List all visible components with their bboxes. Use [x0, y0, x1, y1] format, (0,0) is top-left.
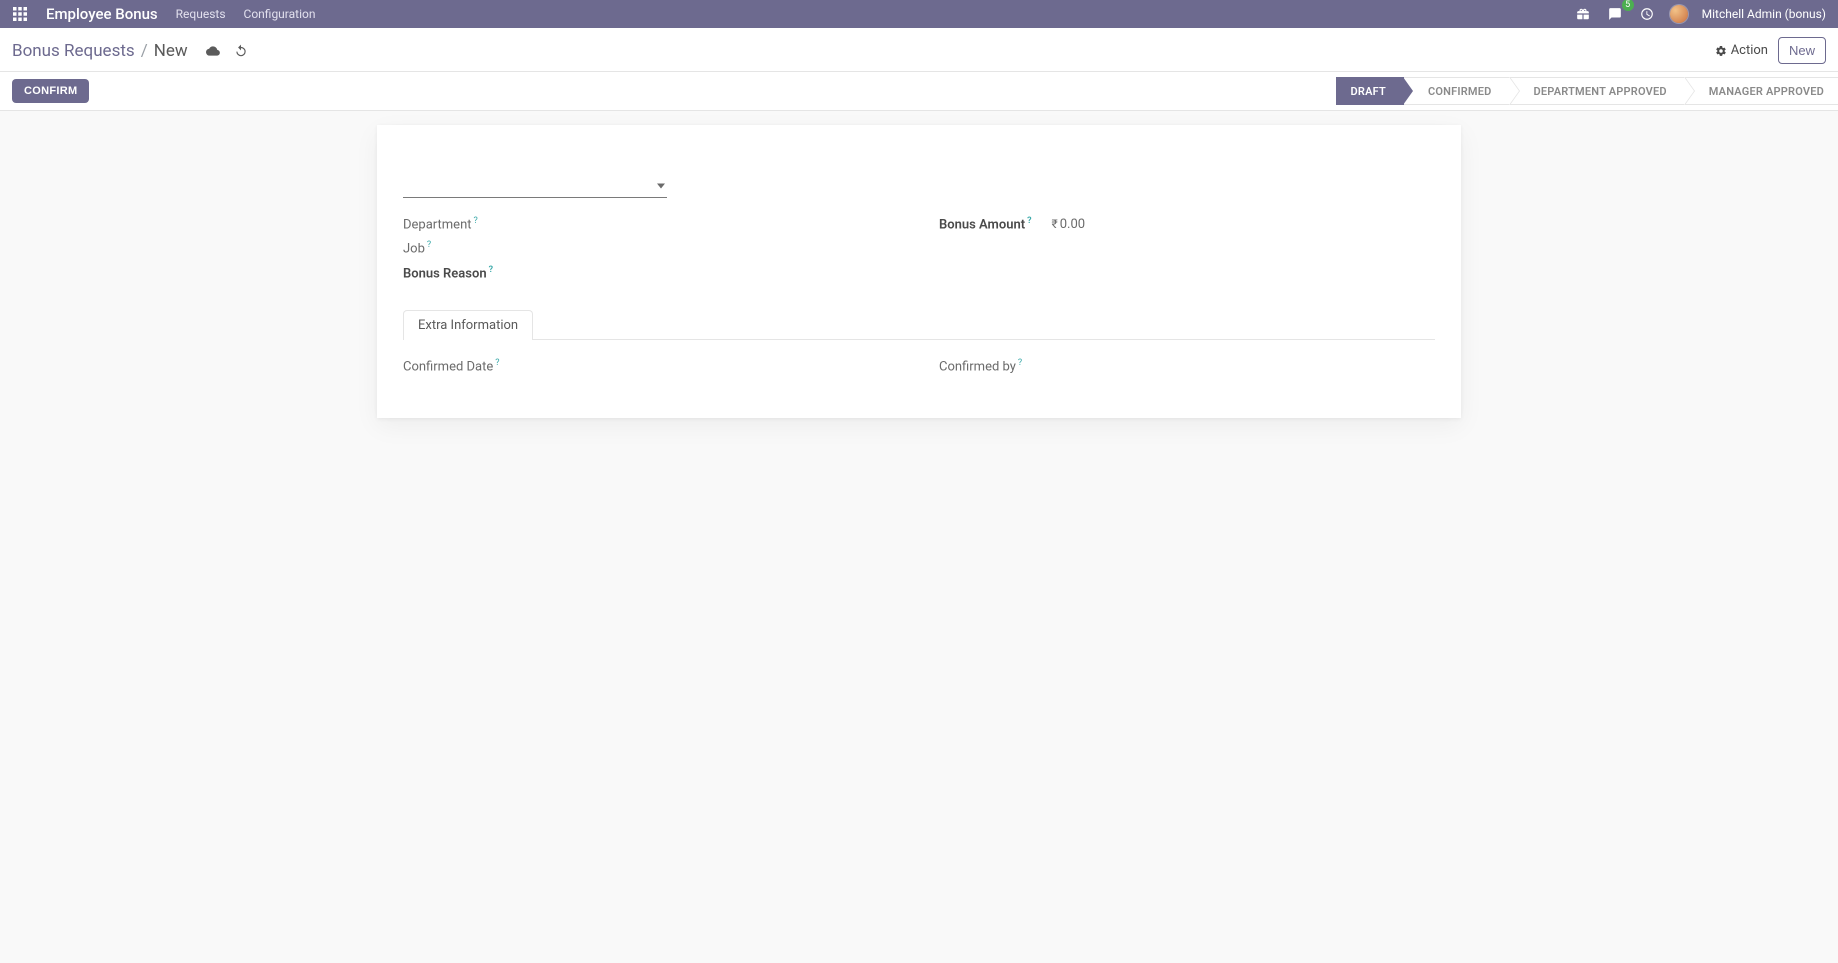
- field-confirmed-by: Confirmed by?: [939, 354, 1435, 378]
- field-bonus-amount: Bonus Amount? ₹0.00: [939, 212, 1435, 236]
- status-steps: DRAFT CONFIRMED DEPARTMENT APPROVED MANA…: [1336, 77, 1838, 105]
- control-bar: Bonus Requests / New Action New: [0, 28, 1838, 72]
- help-icon[interactable]: ?: [495, 358, 499, 368]
- action-menu-label: Action: [1731, 43, 1768, 58]
- nav-link-configuration[interactable]: Configuration: [244, 7, 316, 21]
- new-button[interactable]: New: [1778, 37, 1826, 64]
- label-bonus-reason: Bonus Reason?: [403, 265, 493, 281]
- topnav: Employee Bonus Requests Configuration 5 …: [0, 0, 1838, 28]
- tab-extra-information[interactable]: Extra Information: [403, 310, 533, 340]
- apps-icon[interactable]: [12, 6, 28, 22]
- avatar[interactable]: [1670, 5, 1688, 23]
- sheet-wrap: Department? Job? Bonus Reason?: [0, 111, 1838, 458]
- label-confirmed-by-text: Confirmed by: [939, 359, 1016, 374]
- label-confirmed-date-text: Confirmed Date: [403, 359, 493, 374]
- chevron-down-icon: [657, 184, 665, 189]
- username[interactable]: Mitchell Admin (bonus): [1702, 7, 1826, 21]
- currency-symbol: ₹: [1052, 217, 1058, 231]
- control-bar-right: Action New: [1715, 37, 1826, 64]
- breadcrumb-current: New: [154, 41, 188, 61]
- nav-link-requests[interactable]: Requests: [176, 7, 226, 21]
- tab-panel-extra-information: Confirmed Date? Confirmed by?: [403, 340, 1435, 378]
- status-step-confirmed[interactable]: CONFIRMED: [1404, 77, 1510, 105]
- label-bonus-reason-text: Bonus Reason: [403, 266, 487, 281]
- topnav-right: 5 Mitchell Admin (bonus): [1574, 5, 1826, 23]
- help-icon[interactable]: ?: [1027, 216, 1031, 226]
- cloud-save-icon[interactable]: [206, 44, 220, 58]
- form-grid: Department? Job? Bonus Reason?: [403, 212, 1435, 285]
- field-confirmed-date: Confirmed Date?: [403, 354, 899, 378]
- employee-select[interactable]: [403, 175, 667, 198]
- form-left: Department? Job? Bonus Reason?: [403, 212, 899, 285]
- field-bonus-reason: Bonus Reason?: [403, 261, 899, 285]
- form-sheet: Department? Job? Bonus Reason?: [377, 125, 1461, 418]
- breadcrumb-root[interactable]: Bonus Requests: [12, 41, 135, 61]
- messages-icon[interactable]: 5: [1606, 5, 1624, 23]
- help-icon[interactable]: ?: [1018, 358, 1022, 368]
- status-step-department-approved[interactable]: DEPARTMENT APPROVED: [1510, 77, 1685, 105]
- messages-badge: 5: [1622, 0, 1634, 11]
- label-bonus-amount-text: Bonus Amount: [939, 217, 1025, 232]
- label-confirmed-by: Confirmed by?: [939, 358, 1022, 374]
- label-department: Department?: [403, 216, 478, 232]
- breadcrumb: Bonus Requests / New: [12, 41, 248, 61]
- tabs: Extra Information: [403, 309, 1435, 340]
- label-job-text: Job: [403, 242, 425, 257]
- clock-icon[interactable]: [1638, 5, 1656, 23]
- help-icon[interactable]: ?: [474, 216, 478, 226]
- app-title[interactable]: Employee Bonus: [46, 5, 158, 23]
- label-confirmed-date: Confirmed Date?: [403, 358, 500, 374]
- label-bonus-amount: Bonus Amount?: [939, 216, 1032, 232]
- title-select-row: [403, 175, 1435, 198]
- label-department-text: Department: [403, 217, 472, 232]
- field-job: Job?: [403, 236, 899, 260]
- bonus-amount-number: 0.00: [1060, 217, 1085, 232]
- value-bonus-amount[interactable]: ₹0.00: [1052, 217, 1086, 232]
- status-bar: CONFIRM DRAFT CONFIRMED DEPARTMENT APPRO…: [0, 72, 1838, 111]
- help-icon[interactable]: ?: [489, 265, 493, 275]
- breadcrumb-separator: /: [141, 41, 148, 61]
- tab-grid: Confirmed Date? Confirmed by?: [403, 354, 1435, 378]
- confirm-button[interactable]: CONFIRM: [12, 79, 89, 103]
- topnav-left: Employee Bonus Requests Configuration: [12, 5, 315, 23]
- action-menu[interactable]: Action: [1715, 43, 1768, 58]
- label-job: Job?: [403, 240, 431, 256]
- field-department: Department?: [403, 212, 899, 236]
- status-step-draft[interactable]: DRAFT: [1336, 77, 1404, 105]
- discard-icon[interactable]: [234, 44, 248, 58]
- employee-select-input[interactable]: [407, 177, 645, 194]
- gift-icon[interactable]: [1574, 5, 1592, 23]
- status-step-manager-approved[interactable]: MANAGER APPROVED: [1685, 77, 1838, 105]
- help-icon[interactable]: ?: [427, 240, 431, 250]
- form-right: Bonus Amount? ₹0.00: [939, 212, 1435, 285]
